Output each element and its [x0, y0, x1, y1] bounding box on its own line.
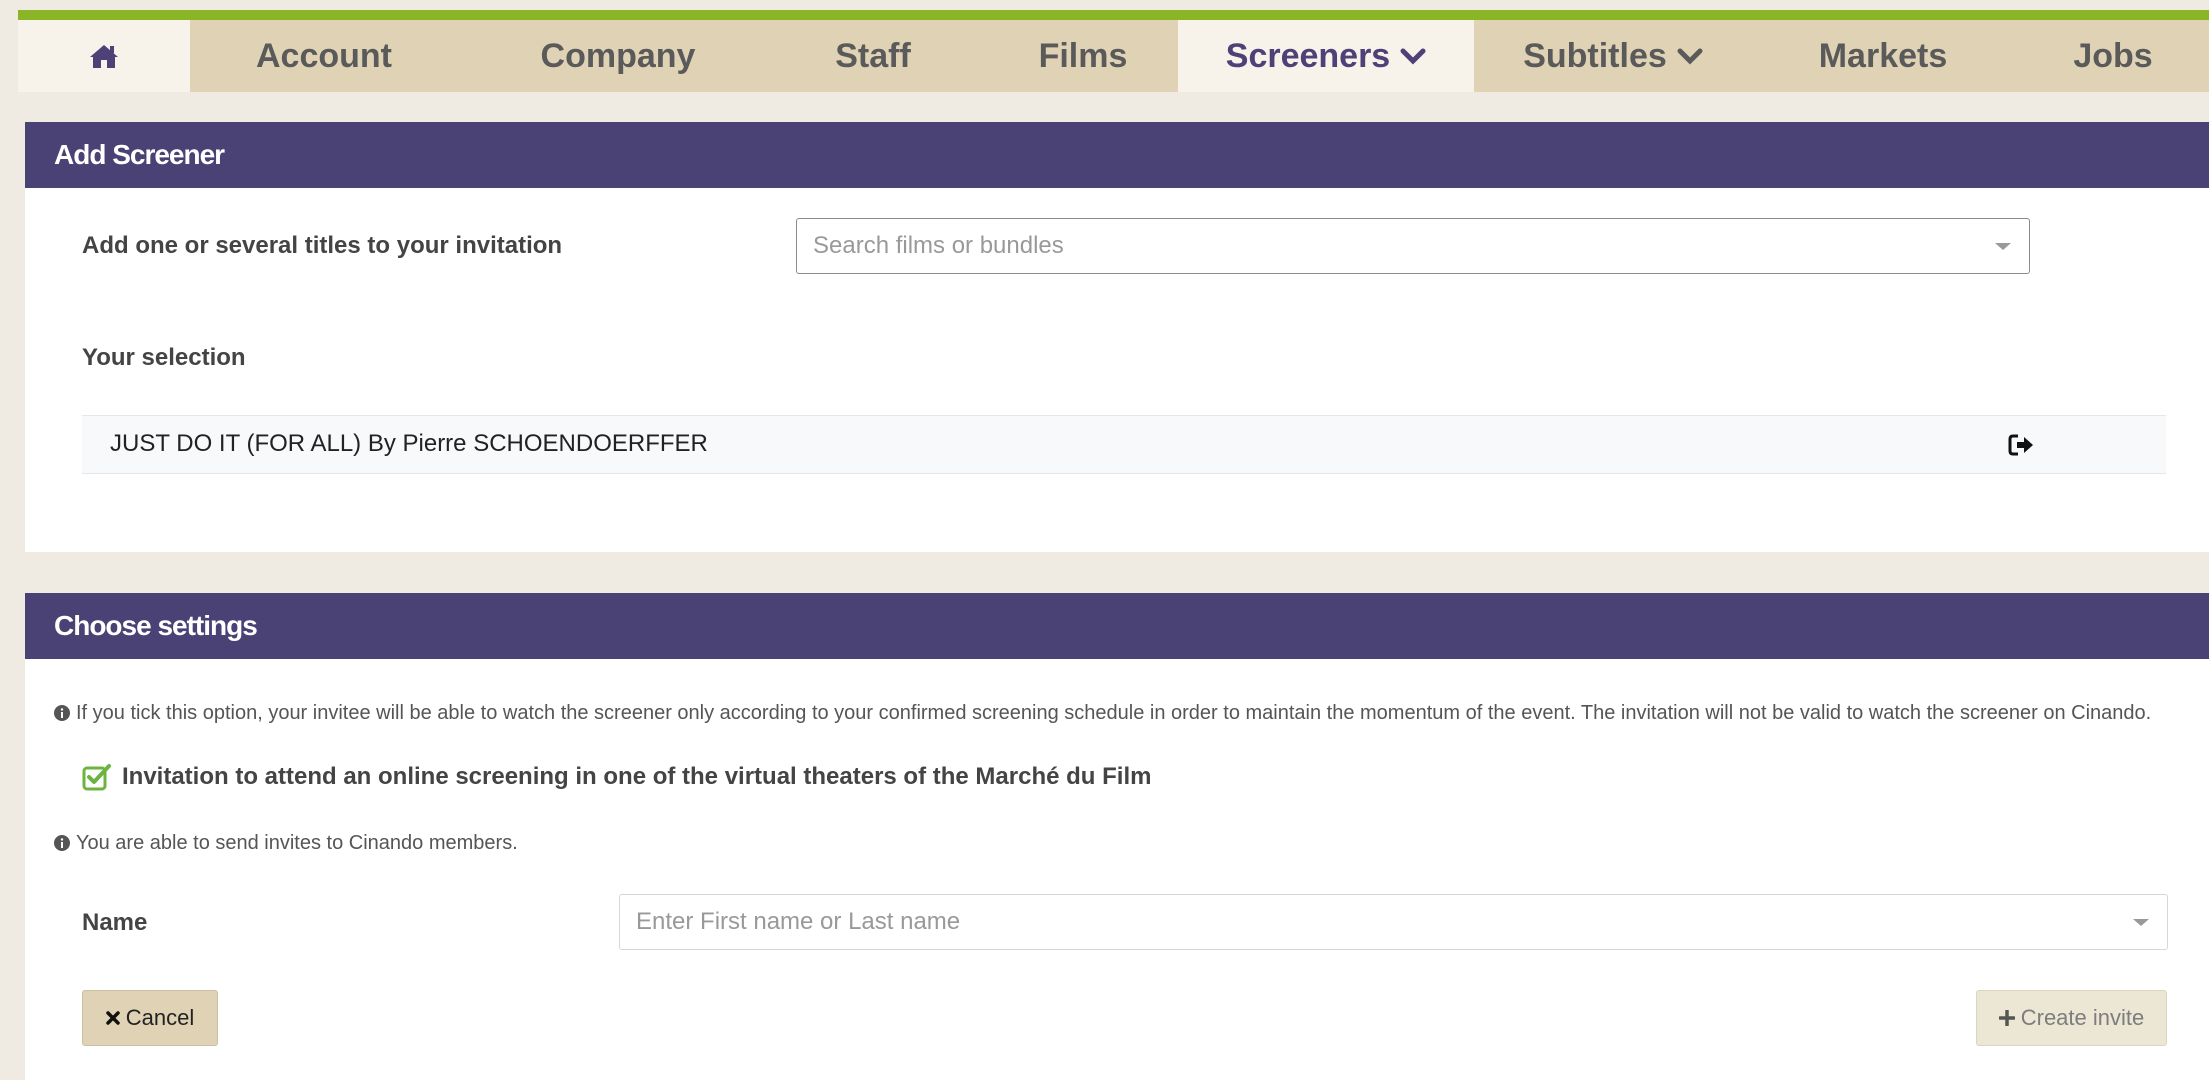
tab-home[interactable]	[18, 20, 190, 92]
tab-markets[interactable]: Markets	[1793, 20, 1973, 92]
choose-settings-panel: Choose settings If you tick this option,…	[25, 593, 2209, 1080]
tab-markets-label: Markets	[1818, 36, 1948, 75]
tab-films-label: Films	[1038, 36, 1128, 75]
tab-company[interactable]: Company	[498, 20, 738, 92]
close-icon	[106, 1011, 120, 1025]
tab-screeners-label: Screeners	[1225, 36, 1391, 75]
name-input[interactable]	[620, 908, 2167, 936]
tab-screeners[interactable]: Screeners	[1178, 20, 1474, 92]
tab-company-label: Company	[540, 36, 696, 75]
info-circle-icon	[54, 705, 70, 721]
tab-jobs-label: Jobs	[2073, 36, 2153, 75]
tab-staff[interactable]: Staff	[788, 20, 958, 92]
sign-out-icon[interactable]	[2007, 433, 2037, 457]
online-screening-checkbox[interactable]: Invitation to attend an online screening…	[82, 763, 1151, 791]
tab-films[interactable]: Films	[998, 20, 1168, 92]
create-invite-button[interactable]: Create invite	[1976, 990, 2167, 1046]
tab-account[interactable]: Account	[224, 20, 424, 92]
tab-subtitles[interactable]: Subtitles	[1498, 20, 1728, 92]
members-info: You are able to send invites to Cinando …	[76, 832, 518, 854]
chevron-down-icon	[1400, 48, 1426, 65]
selected-film-title: JUST DO IT (FOR ALL) By Pierre SCHOENDOE…	[110, 430, 708, 457]
add-screener-panel: Add Screener Add one or several titles t…	[25, 122, 2209, 552]
checked-checkbox-icon[interactable]	[82, 763, 112, 791]
cancel-label: Cancel	[125, 1005, 195, 1030]
add-screener-header: Add Screener	[25, 122, 2209, 188]
tab-jobs[interactable]: Jobs	[2038, 20, 2188, 92]
online-screening-label: Invitation to attend an online screening…	[122, 763, 1152, 790]
home-icon	[90, 45, 118, 68]
cancel-button[interactable]: Cancel	[82, 990, 218, 1046]
schedule-info-text: If you tick this option, your invitee wi…	[54, 697, 2194, 729]
top-accent-bar	[18, 10, 2209, 20]
film-search-select[interactable]	[796, 218, 2030, 274]
selected-film-row: JUST DO IT (FOR ALL) By Pierre SCHOENDOE…	[82, 415, 2166, 474]
choose-settings-header: Choose settings	[25, 593, 2209, 659]
titles-label: Add one or several titles to your invita…	[82, 232, 563, 259]
tab-staff-label: Staff	[835, 36, 911, 75]
plus-icon	[1998, 1010, 2015, 1026]
main-nav: Account Company Staff Films Screeners Su…	[18, 20, 2209, 92]
chevron-down-icon	[1677, 48, 1703, 65]
tab-subtitles-label: Subtitles	[1523, 36, 1667, 75]
film-search-input[interactable]	[797, 232, 2029, 260]
schedule-info: If you tick this option, your invitee wi…	[76, 702, 2152, 724]
members-info-text: You are able to send invites to Cinando …	[54, 827, 518, 859]
selection-label: Your selection	[82, 344, 246, 371]
info-circle-icon	[54, 835, 70, 851]
name-select[interactable]	[619, 894, 2168, 950]
caret-down-icon	[2133, 919, 2149, 926]
name-label: Name	[82, 909, 148, 936]
create-invite-label: Create invite	[2020, 1005, 2145, 1030]
tab-account-label: Account	[256, 36, 392, 75]
caret-down-icon	[1995, 243, 2011, 250]
